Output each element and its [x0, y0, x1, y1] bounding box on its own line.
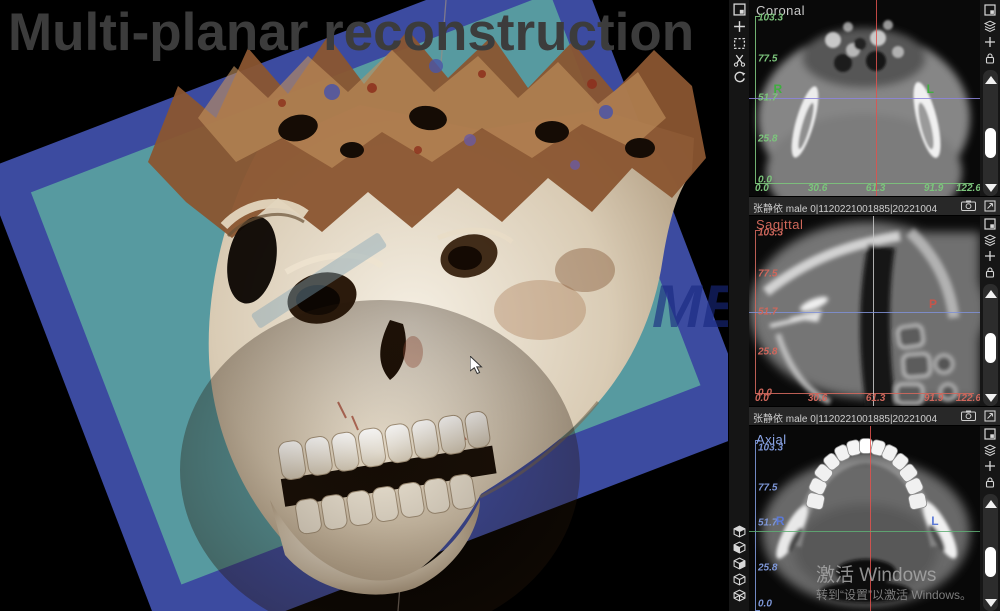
- scroll-thumb[interactable]: [985, 333, 996, 363]
- scroll-up-arrow[interactable]: [985, 76, 997, 84]
- coronal-image[interactable]: Coronal 103.3 77.5 51.7 25.8 0.0 0.0 30.…: [748, 0, 980, 196]
- view-cube-4-icon[interactable]: [729, 572, 749, 587]
- coronal-view-panel: Coronal 103.3 77.5 51.7 25.8 0.0 0.0 30.…: [748, 0, 1000, 196]
- mpr-panel: Coronal 103.3 77.5 51.7 25.8 0.0 0.0 30.…: [748, 0, 1000, 611]
- x-tick: 91.9: [924, 183, 943, 194]
- scroll-thumb[interactable]: [985, 547, 996, 577]
- x-tick: 122.6: [956, 183, 980, 194]
- x-tick: 30.6: [808, 183, 827, 194]
- slice-scrollbar[interactable]: [983, 70, 998, 196]
- axial-image[interactable]: Axial 103.3 77.5 51.7 25.8 0.0 R L 激活 Wi…: [748, 424, 980, 611]
- fullscreen-icon[interactable]: [980, 2, 1000, 17]
- y-tick: 0.0: [758, 598, 772, 609]
- fullscreen-icon[interactable]: [980, 426, 1000, 441]
- y-tick: 25.8: [758, 562, 777, 573]
- y-ruler: [755, 440, 756, 611]
- scroll-thumb[interactable]: [985, 128, 996, 158]
- title-watermark: Multi-planar reconstruction: [8, 2, 694, 63]
- orientation-marker-left: R: [774, 82, 783, 96]
- crosshair-horizontal[interactable]: [748, 312, 980, 313]
- axial-tool-column: [980, 424, 1000, 611]
- windows-activation-subtext: 转到“设置”以激活 Windows。: [816, 586, 972, 603]
- orientation-marker-right: L: [927, 82, 934, 96]
- y-tick: 77.5: [758, 482, 777, 493]
- view-cube-1-icon[interactable]: [729, 524, 749, 539]
- view-cube-2-icon[interactable]: [729, 540, 749, 555]
- orientation-marker-posterior: P: [929, 297, 937, 311]
- crosshair-vertical[interactable]: [873, 214, 874, 406]
- x-tick: 91.9: [924, 393, 943, 404]
- x-tick: 122.6: [956, 393, 980, 404]
- crosshair-horizontal[interactable]: [748, 98, 980, 99]
- y-tick: 103.3: [758, 12, 783, 23]
- sagittal-view-panel: Sagittal 103.3 77.5 51.7 25.8 0.0 0.0 30…: [748, 214, 1000, 406]
- marquee-select-icon[interactable]: [729, 36, 749, 51]
- logo-watermark: MED: [652, 272, 728, 341]
- main-toolbar-strip: [728, 0, 749, 611]
- lock-icon[interactable]: [980, 50, 1000, 65]
- patient-info-bar: 张静依 male 0|1120221001885|20221004: [748, 196, 1000, 216]
- y-tick: 25.8: [758, 134, 777, 145]
- layers-icon[interactable]: [980, 232, 1000, 247]
- y-ruler: [755, 16, 756, 184]
- orientation-marker-left: R: [776, 514, 785, 528]
- scroll-down-arrow[interactable]: [985, 394, 997, 402]
- fullscreen-icon[interactable]: [980, 216, 1000, 231]
- volume-3d-view[interactable]: Multi-planar reconstruction: [0, 0, 728, 611]
- slice-scrollbar[interactable]: [983, 284, 998, 406]
- y-tick: 103.3: [758, 443, 783, 454]
- add-icon[interactable]: [980, 248, 1000, 263]
- x-tick: 0.0: [755, 393, 769, 404]
- patient-info-bar: 张静依 male 0|1120221001885|20221004: [748, 406, 1000, 426]
- lock-icon[interactable]: [980, 264, 1000, 279]
- sagittal-ct-slice: [748, 214, 980, 406]
- view-cube-3-icon[interactable]: [729, 556, 749, 571]
- add-icon[interactable]: [980, 34, 1000, 49]
- y-tick: 25.8: [758, 347, 777, 358]
- slice-scrollbar[interactable]: [983, 494, 998, 611]
- scroll-down-arrow[interactable]: [985, 184, 997, 192]
- y-tick: 77.5: [758, 268, 777, 279]
- cut-icon[interactable]: [729, 53, 749, 68]
- camera-icon[interactable]: [961, 200, 976, 211]
- y-tick: 51.7: [758, 518, 777, 529]
- scroll-down-arrow[interactable]: [985, 599, 997, 607]
- layers-icon[interactable]: [980, 442, 1000, 457]
- coronal-tool-column: [980, 0, 1000, 196]
- axial-view-panel: Axial 103.3 77.5 51.7 25.8 0.0 R L 激活 Wi…: [748, 424, 1000, 611]
- skull-3d-render: [0, 0, 728, 611]
- skull: [148, 30, 706, 611]
- layers-icon[interactable]: [980, 18, 1000, 33]
- x-tick: 61.3: [866, 393, 885, 404]
- patient-info-text: 张静依 male 0|1120221001885|20221004: [753, 410, 937, 425]
- lock-icon[interactable]: [980, 474, 1000, 489]
- camera-icon[interactable]: [961, 410, 976, 421]
- rotate-icon[interactable]: [729, 70, 749, 85]
- add-icon[interactable]: [980, 458, 1000, 473]
- y-tick: 51.7: [758, 306, 777, 317]
- crosshair-add-icon[interactable]: [729, 19, 749, 34]
- x-tick: 30.6: [808, 393, 827, 404]
- windows-activation-text: 激活 Windows: [816, 560, 936, 587]
- expand-icon[interactable]: [729, 2, 749, 17]
- x-tick: 61.3: [866, 183, 885, 194]
- mouse-cursor: [470, 356, 484, 376]
- scroll-up-arrow[interactable]: [985, 290, 997, 298]
- scroll-up-arrow[interactable]: [985, 500, 997, 508]
- x-tick: 0.0: [755, 183, 769, 194]
- sagittal-tool-column: [980, 214, 1000, 406]
- fullscreen-resize-icon[interactable]: [984, 200, 996, 212]
- view-cube-5-icon[interactable]: [729, 588, 749, 603]
- patient-info-text: 张静依 male 0|1120221001885|20221004: [753, 200, 937, 215]
- crosshair-horizontal[interactable]: [748, 531, 980, 532]
- fullscreen-resize-icon[interactable]: [984, 410, 996, 422]
- orientation-marker-right: L: [931, 514, 938, 528]
- y-tick: 103.3: [758, 228, 783, 239]
- sagittal-image[interactable]: Sagittal 103.3 77.5 51.7 25.8 0.0 0.0 30…: [748, 214, 980, 406]
- y-tick: 77.5: [758, 53, 777, 64]
